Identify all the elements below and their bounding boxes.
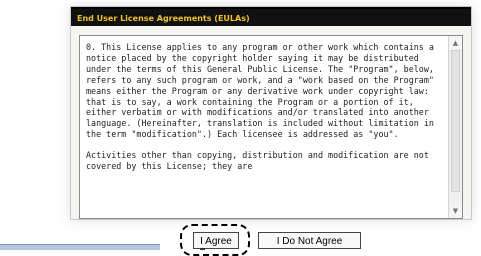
vertical-scrollbar[interactable]: ▲ ▼: [448, 36, 462, 218]
dialog-title: End User License Agreements (EULAs): [71, 7, 471, 26]
eula-dialog: End User License Agreements (EULAs) 0. T…: [70, 6, 472, 220]
license-text: 0. This License applies to any program o…: [86, 42, 442, 218]
agree-button[interactable]: I Agree: [193, 232, 239, 249]
license-paragraph-2: Activities other than copying, distribut…: [86, 150, 429, 172]
license-paragraph-1: 0. This License applies to any program o…: [86, 42, 434, 140]
scroll-down-arrow-icon[interactable]: ▼: [449, 204, 462, 218]
disagree-button[interactable]: I Do Not Agree: [258, 232, 361, 249]
background-window-edge: [0, 244, 160, 250]
scroll-up-arrow-icon[interactable]: ▲: [449, 36, 462, 50]
license-textbox[interactable]: 0. This License applies to any program o…: [79, 35, 463, 219]
scrollbar-thumb[interactable]: [451, 50, 460, 192]
